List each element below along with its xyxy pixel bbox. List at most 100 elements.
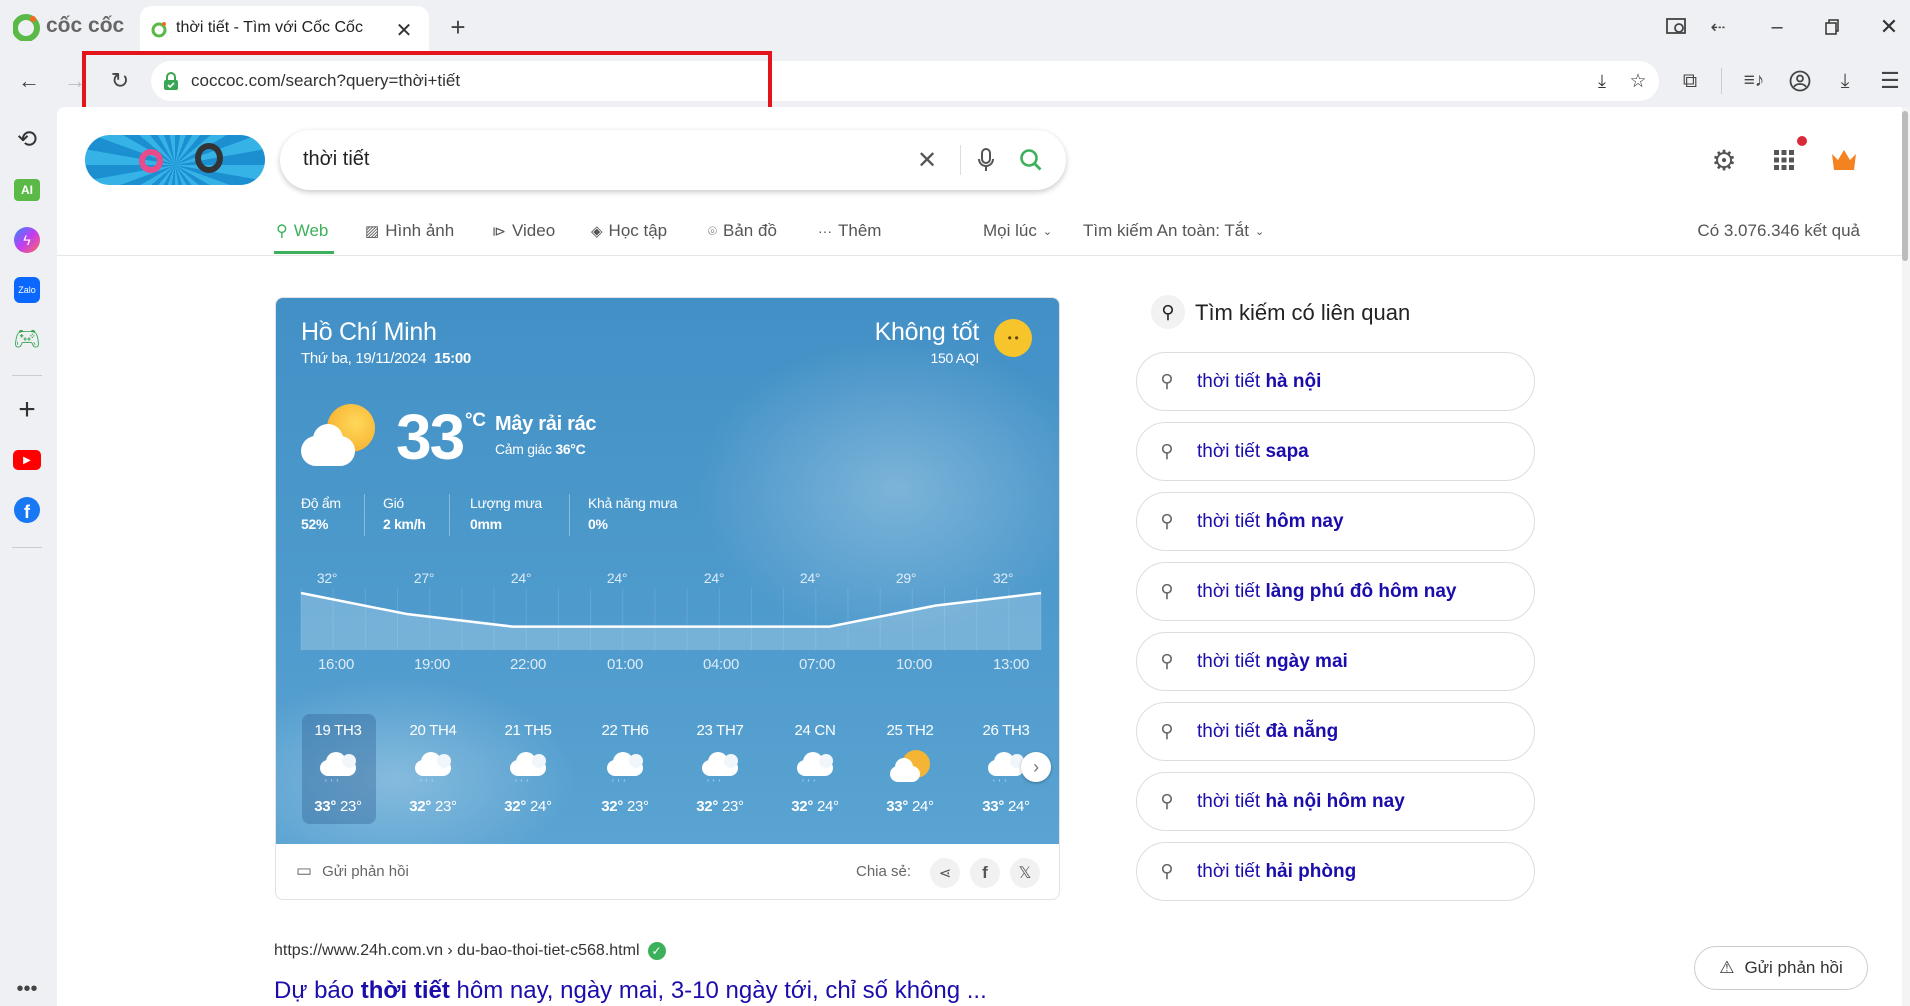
related-search-item[interactable]: ⚲ thời tiết hà nội <box>1136 352 1535 411</box>
feedback-button[interactable]: ⚠ Gửi phản hồi <box>1694 946 1868 990</box>
messenger-icon[interactable]: ϟ <box>10 223 44 257</box>
search-input[interactable]: thời tiết <box>303 148 369 171</box>
result-count: Có 3.076.346 kết quả <box>1697 221 1860 240</box>
active-tab-underline <box>274 251 334 254</box>
hourly-time-label: 01:00 <box>606 656 644 673</box>
tab-video[interactable]: ⧐ Video <box>492 221 555 241</box>
tab-maps[interactable]: ⌾ Bản đồ <box>708 221 777 241</box>
tab-study[interactable]: ◈ Học tập <box>591 221 667 241</box>
share-icon[interactable]: ⋖ <box>930 858 960 888</box>
tab-more[interactable]: ··· Thêm <box>818 221 881 241</box>
day-label: 23 TH7 <box>696 722 744 739</box>
more-icon[interactable]: ••• <box>10 972 44 1006</box>
partly-cloudy-icon <box>890 750 932 790</box>
settings-gear-icon[interactable]: ⚙ <box>1709 145 1739 176</box>
back-icon[interactable]: ← <box>16 68 42 94</box>
microphone-icon[interactable] <box>973 146 999 174</box>
result-title-link[interactable]: Dự báo thời tiết hôm nay, ngày mai, 3-10… <box>274 977 987 1005</box>
hourly-time-label: 16:00 <box>317 656 355 673</box>
safe-search-dropdown[interactable]: Tìm kiếm An toàn: Tắt ⌄ <box>1083 221 1264 241</box>
stat-label: Khả năng mưa <box>588 495 678 511</box>
search-icon: ⚲ <box>1160 440 1174 461</box>
close-window-icon[interactable]: ✕ <box>1876 14 1902 40</box>
minimize-icon[interactable]: – <box>1764 14 1790 40</box>
x-share-icon[interactable]: 𝕏 <box>1010 858 1040 888</box>
history-icon[interactable]: ⟲ <box>10 122 44 156</box>
day-temps: 33° 24° <box>982 798 1030 815</box>
weather-card: Hồ Chí Minh Thứ ba, 19/11/2024 15:00 Khô… <box>275 297 1060 900</box>
stat-label: Lượng mưa <box>470 495 542 511</box>
day-label: 26 TH3 <box>982 722 1030 739</box>
partly-cloudy-icon <box>301 404 377 470</box>
image-icon: ▨ <box>365 223 380 240</box>
coccoc-logo-icon[interactable] <box>12 12 42 42</box>
restore-icon[interactable] <box>1820 15 1844 39</box>
coccoc-favicon-icon <box>150 19 170 39</box>
facebook-icon[interactable]: f <box>10 493 44 527</box>
tab-images[interactable]: ▨ Hình ảnh <box>365 221 454 241</box>
related-search-item[interactable]: ⚲ thời tiết ngày mai <box>1136 632 1535 691</box>
stat-value: 2 km/h <box>383 516 426 532</box>
browser-tab[interactable]: thời tiết - Tìm với Cốc Cốc ✕ <box>140 6 429 54</box>
next-days-arrow-icon[interactable]: › <box>1021 752 1051 782</box>
temp-unit: °C <box>465 410 486 431</box>
hourly-time-label: 19:00 <box>413 656 451 673</box>
zalo-icon[interactable]: Zalo <box>10 273 44 307</box>
search-box[interactable]: thời tiết ✕ <box>280 130 1066 190</box>
city-name: Hồ Chí Minh <box>301 318 437 346</box>
notification-dot <box>1797 136 1807 146</box>
search-icon: ⚲ <box>1160 720 1174 741</box>
new-tab-icon[interactable]: + <box>445 12 471 42</box>
hourly-temp-label: 27° <box>413 570 435 586</box>
profile-icon[interactable] <box>1786 67 1814 95</box>
related-title: Tìm kiếm có liên quan <box>1195 300 1411 325</box>
close-tab-icon[interactable]: ✕ <box>392 18 416 42</box>
screen-search-icon[interactable] <box>1664 15 1690 39</box>
back-to-tab-icon[interactable]: ⇠ <box>1706 15 1730 39</box>
doodle-logo[interactable] <box>85 135 265 185</box>
stat-value: 0% <box>588 516 608 532</box>
apps-grid-icon[interactable] <box>1770 146 1798 174</box>
search-icon: ⚲ <box>1160 790 1174 811</box>
media-playlist-icon[interactable]: ≡♪ <box>1740 67 1768 95</box>
related-search-item[interactable]: ⚲ thời tiết đà nẵng <box>1136 702 1535 761</box>
rain-cloud-icon: ''' <box>795 750 837 790</box>
clear-search-icon[interactable]: ✕ <box>914 147 940 174</box>
aqi-status: Không tốt <box>874 318 980 346</box>
stat-value: 0mm <box>470 516 502 532</box>
neutral-face-icon: • • <box>994 319 1032 357</box>
date-time: Thứ ba, 19/11/2024 15:00 <box>301 350 471 367</box>
search-icon[interactable] <box>1017 146 1045 174</box>
install-app-icon[interactable]: ⤓ <box>1590 69 1614 93</box>
scrollbar[interactable] <box>1902 107 1910 1006</box>
chevron-down-icon: ⌄ <box>1254 225 1265 238</box>
stat-divider <box>569 494 570 536</box>
add-sidebar-app-icon[interactable]: + <box>10 393 44 427</box>
video-icon: ⧐ <box>492 222 506 239</box>
menu-icon[interactable]: ☰ <box>1876 67 1904 95</box>
related-search-item[interactable]: ⚲ thời tiết hải phòng <box>1136 842 1535 901</box>
weather-feedback-link[interactable]: ▭ Gửi phản hồi <box>296 861 409 881</box>
premium-crown-icon[interactable] <box>1829 145 1859 175</box>
related-search-item[interactable]: ⚲ thời tiết làng phú đô hôm nay <box>1136 562 1535 621</box>
extensions-icon[interactable]: ⧉ <box>1676 67 1704 95</box>
downloads-icon[interactable]: ⤓ <box>1831 67 1859 95</box>
bookmark-star-icon[interactable]: ☆ <box>1626 69 1650 93</box>
day-label: 20 TH4 <box>409 722 457 739</box>
drizzle-icon: ''' <box>413 750 455 790</box>
feels-like: Cảm giác 36°C <box>495 441 586 457</box>
aqi-value: 150 AQI <box>930 350 980 366</box>
feedback-icon: ⚠ <box>1719 958 1735 977</box>
search-results-page: thời tiết ✕ ⚙ ⚲ Web ▨ Hình ảnh ⧐ Video ◈ Học… <box>57 107 1910 1006</box>
related-search-item[interactable]: ⚲ thời tiết hôm nay <box>1136 492 1535 551</box>
youtube-icon[interactable]: ▶ <box>10 443 44 477</box>
rain-cloud-icon: ''' <box>700 750 742 790</box>
facebook-share-icon[interactable]: f <box>970 858 1000 888</box>
tab-web[interactable]: ⚲ Web <box>276 221 328 241</box>
time-filter-dropdown[interactable]: Mọi lúc ⌄ <box>983 221 1052 241</box>
ai-assistant-icon[interactable]: AI <box>10 173 44 207</box>
game-controller-icon[interactable]: 🎮︎ <box>10 322 44 356</box>
stat-value: 52% <box>301 516 329 532</box>
related-search-item[interactable]: ⚲ thời tiết hà nội hôm nay <box>1136 772 1535 831</box>
related-search-item[interactable]: ⚲ thời tiết sapa <box>1136 422 1535 481</box>
